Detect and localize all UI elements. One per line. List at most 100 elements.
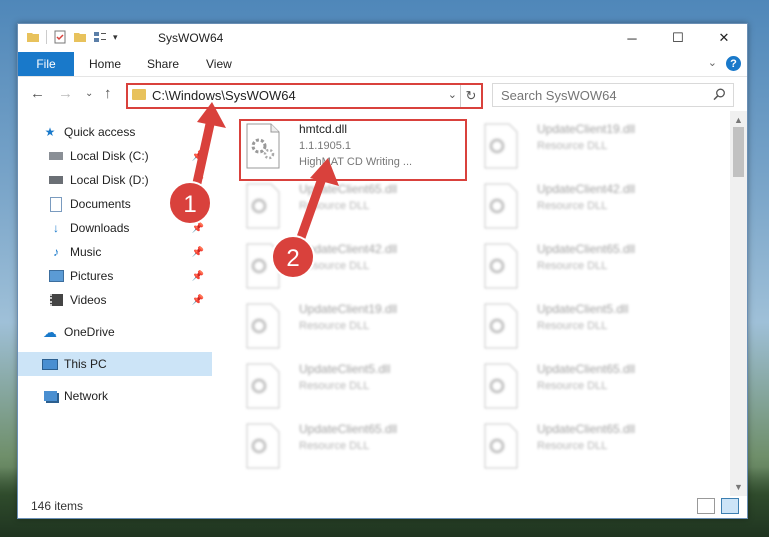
pin-icon: 📌 bbox=[191, 222, 204, 234]
expand-ribbon-icon[interactable]: ⌄ bbox=[708, 56, 717, 69]
recent-locations-icon[interactable]: ⌄ bbox=[85, 88, 93, 99]
file-tile[interactable]: UpdateClient65.dll Resource DLL bbox=[477, 358, 697, 414]
file-description: Resource DLL bbox=[537, 200, 608, 212]
qat-dropdown-icon[interactable]: ▾ bbox=[113, 32, 118, 43]
vertical-scrollbar[interactable]: ▲ ▼ bbox=[730, 111, 747, 496]
quick-access-toolbar: ▾ bbox=[26, 30, 118, 44]
file-name: UpdateClient65.dll bbox=[537, 242, 636, 256]
minimize-button[interactable]: ─ bbox=[609, 24, 655, 52]
file-tile[interactable]: UpdateClient65.dll Resource DLL bbox=[239, 178, 459, 234]
sidebar-item-local-disk-d[interactable]: Local Disk (D:) 📌 bbox=[48, 168, 212, 192]
help-button[interactable]: ? bbox=[726, 56, 741, 71]
drive-icon bbox=[48, 172, 64, 188]
sidebar-item-this-pc[interactable]: This PC bbox=[18, 352, 212, 376]
close-button[interactable]: ✕ bbox=[701, 24, 747, 52]
file-explorer-window: ▾ SysWOW64 ─ ☐ ✕ File Home Share View ⌄ … bbox=[17, 23, 748, 519]
sidebar-item-downloads[interactable]: ↓ Downloads 📌 bbox=[48, 216, 212, 240]
forward-arrow-icon[interactable]: → bbox=[58, 85, 73, 102]
dll-file-icon bbox=[484, 243, 518, 289]
file-name: UpdateClient65.dll bbox=[299, 422, 398, 436]
dll-file-icon bbox=[246, 423, 280, 469]
scroll-thumb[interactable] bbox=[733, 127, 744, 177]
window-title: SysWOW64 bbox=[158, 31, 224, 45]
download-icon: ↓ bbox=[53, 221, 59, 235]
dll-file-icon bbox=[484, 183, 518, 229]
file-name: UpdateClient5.dll bbox=[299, 362, 391, 376]
file-highlight-box bbox=[239, 119, 467, 181]
scroll-down-icon[interactable]: ▼ bbox=[734, 482, 743, 492]
pin-icon: 📌 bbox=[191, 174, 204, 186]
scroll-up-icon[interactable]: ▲ bbox=[734, 115, 743, 125]
sidebar-item-onedrive[interactable]: ☁ OneDrive bbox=[42, 320, 212, 344]
file-description: Resource DLL bbox=[537, 140, 608, 152]
dll-file-icon bbox=[246, 183, 280, 229]
file-tile[interactable]: UpdateClient42.dll Resource DLL bbox=[239, 238, 459, 294]
pin-icon: 📌 bbox=[191, 270, 204, 282]
sidebar-item-videos[interactable]: Videos 📌 bbox=[48, 288, 212, 312]
sidebar-item-quick-access[interactable]: ★ Quick access bbox=[42, 120, 212, 144]
pin-icon: 📌 bbox=[191, 246, 204, 258]
sidebar-item-network[interactable]: Network bbox=[42, 384, 212, 408]
address-bar[interactable]: C:\Windows\SysWOW64 ⌄ ↻ bbox=[126, 83, 483, 109]
navigation-pane: ★ Quick access Local Disk (C:) 📌 Local D… bbox=[18, 116, 212, 496]
tiles-view-icon[interactable] bbox=[721, 498, 739, 514]
maximize-button[interactable]: ☐ bbox=[655, 24, 701, 52]
search-box[interactable] bbox=[492, 83, 734, 107]
file-tile[interactable]: UpdateClient5.dll Resource DLL bbox=[239, 358, 459, 414]
file-description: Resource DLL bbox=[537, 260, 608, 272]
sidebar-item-label: Documents bbox=[70, 197, 131, 211]
sidebar-item-label: Pictures bbox=[70, 269, 114, 283]
search-input[interactable] bbox=[499, 87, 703, 104]
sidebar-item-label: Videos bbox=[70, 293, 107, 307]
file-name: UpdateClient19.dll bbox=[537, 122, 636, 136]
file-tile[interactable]: UpdateClient65.dll Resource DLL bbox=[477, 418, 697, 474]
file-description: Resource DLL bbox=[299, 260, 370, 272]
drive-icon bbox=[48, 148, 64, 164]
properties-icon[interactable] bbox=[53, 30, 67, 44]
up-arrow-icon[interactable]: ↑ bbox=[104, 85, 112, 102]
address-path[interactable]: C:\Windows\SysWOW64 bbox=[152, 88, 296, 103]
file-tile[interactable]: UpdateClient65.dll Resource DLL bbox=[239, 418, 459, 474]
tab-view[interactable]: View bbox=[206, 52, 232, 76]
tab-share[interactable]: Share bbox=[147, 52, 179, 76]
sidebar-item-music[interactable]: ♪ Music 📌 bbox=[48, 240, 212, 264]
sidebar-item-label: Network bbox=[64, 389, 109, 403]
sidebar-item-label: Downloads bbox=[70, 221, 130, 235]
file-name: UpdateClient42.dll bbox=[299, 242, 398, 256]
file-description: Resource DLL bbox=[299, 440, 370, 452]
file-description: Resource DLL bbox=[537, 440, 608, 452]
dll-file-icon bbox=[484, 303, 518, 349]
sidebar-item-pictures[interactable]: Pictures 📌 bbox=[48, 264, 212, 288]
star-icon: ★ bbox=[44, 125, 56, 139]
customize-icon[interactable] bbox=[93, 30, 107, 44]
back-arrow-icon[interactable]: ← bbox=[30, 85, 45, 102]
videos-icon bbox=[48, 292, 64, 308]
file-name: UpdateClient65.dll bbox=[537, 362, 636, 376]
file-tile[interactable]: UpdateClient19.dll Resource DLL bbox=[239, 298, 459, 354]
tab-file[interactable]: File bbox=[18, 52, 74, 76]
search-icon bbox=[713, 88, 725, 101]
sidebar-item-documents[interactable]: Documents 📌 bbox=[48, 192, 212, 216]
folder-icon[interactable] bbox=[26, 30, 40, 44]
dll-file-icon bbox=[246, 243, 280, 289]
sidebar-item-label: OneDrive bbox=[64, 325, 115, 339]
new-folder-icon[interactable] bbox=[73, 30, 87, 44]
file-tile[interactable]: UpdateClient65.dll Resource DLL bbox=[477, 238, 697, 294]
file-tile[interactable]: UpdateClient42.dll Resource DLL bbox=[477, 178, 697, 234]
network-icon bbox=[42, 388, 58, 404]
refresh-icon[interactable]: ↻ bbox=[460, 85, 481, 107]
pin-icon: 📌 bbox=[191, 294, 204, 306]
dll-file-icon bbox=[246, 303, 280, 349]
tab-home[interactable]: Home bbox=[89, 52, 121, 76]
sidebar-item-local-disk-c[interactable]: Local Disk (C:) 📌 bbox=[48, 144, 212, 168]
file-name: UpdateClient42.dll bbox=[537, 182, 636, 196]
address-dropdown-icon[interactable]: ⌄ bbox=[448, 88, 457, 101]
file-name: UpdateClient65.dll bbox=[299, 182, 398, 196]
documents-icon bbox=[48, 196, 64, 212]
file-tile[interactable]: UpdateClient5.dll Resource DLL bbox=[477, 298, 697, 354]
file-tile[interactable]: UpdateClient19.dll Resource DLL bbox=[477, 118, 697, 174]
details-view-icon[interactable] bbox=[697, 498, 715, 514]
dll-file-icon bbox=[484, 363, 518, 409]
dll-file-icon bbox=[484, 423, 518, 469]
music-icon: ♪ bbox=[53, 245, 59, 259]
